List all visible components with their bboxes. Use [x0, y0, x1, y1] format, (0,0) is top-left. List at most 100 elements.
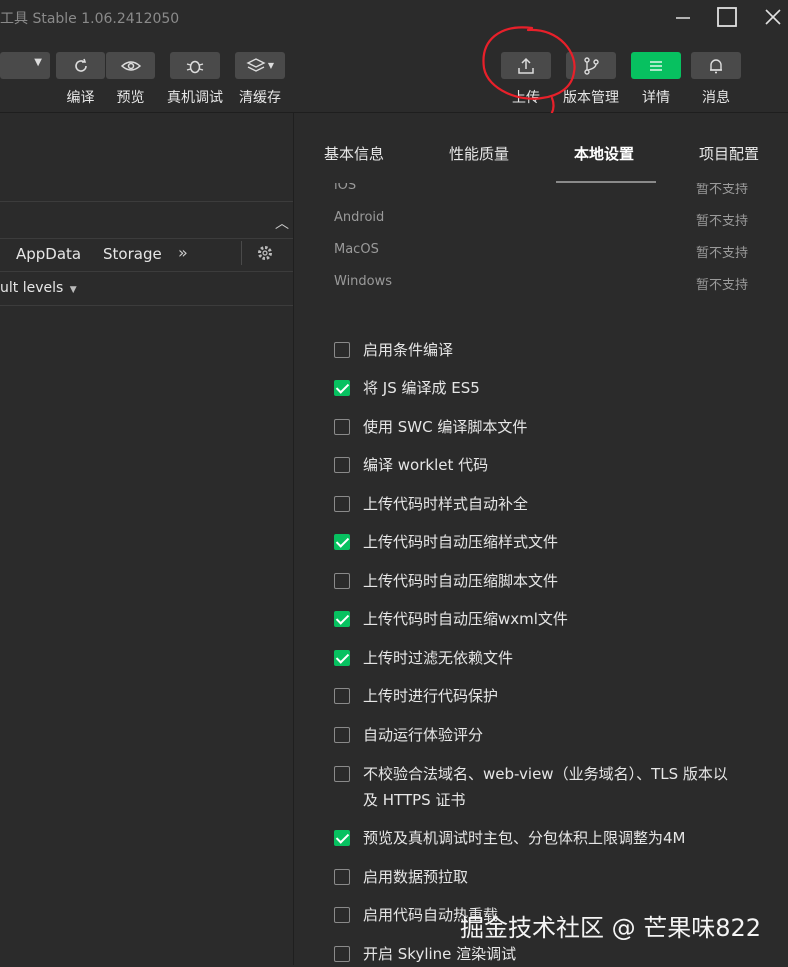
bell-icon: [710, 58, 722, 73]
compile-button[interactable]: [56, 52, 105, 79]
option-label: 不校验合法域名、web-view（业务域名）、TLS 版本以及 HTTPS 证书: [363, 765, 728, 809]
more-tabs-icon[interactable]: »: [178, 243, 188, 262]
option-label: 启用条件编译: [363, 341, 454, 359]
eye-icon: [120, 60, 141, 71]
preview-button[interactable]: [106, 52, 155, 79]
caret-down-icon: ▼: [69, 285, 77, 295]
caret-down-icon: ▼: [34, 57, 42, 68]
messages-label: 消息: [702, 90, 730, 106]
option-label: 上传时过滤无依赖文件: [363, 649, 514, 667]
tab-appdata[interactable]: AppData: [16, 245, 81, 263]
system-name: Android: [334, 210, 385, 225]
maximize-icon: [717, 7, 737, 27]
option-label: 启用数据预拉取: [363, 868, 469, 886]
option-row[interactable]: 上传代码时自动压缩wxml文件: [334, 609, 743, 632]
system-status: 暂不支持: [696, 246, 749, 261]
collapse-chevron-icon[interactable]: ︿: [275, 213, 289, 233]
option-checkbox[interactable]: [334, 907, 350, 923]
option-label: 上传代码时样式自动补全: [363, 495, 529, 513]
system-status: 暂不支持: [696, 278, 749, 293]
tab-performance[interactable]: 性能质量: [449, 143, 509, 164]
option-row[interactable]: 上传时过滤无依赖文件: [334, 648, 743, 671]
option-checkbox[interactable]: [334, 573, 350, 589]
option-checkbox[interactable]: [334, 342, 350, 358]
option-row[interactable]: 使用 SWC 编译脚本文件: [334, 417, 743, 440]
option-label: 编译 worklet 代码: [363, 456, 489, 474]
tab-storage[interactable]: Storage: [103, 245, 162, 263]
option-checkbox[interactable]: [334, 380, 350, 396]
option-row[interactable]: 将 JS 编译成 ES5: [334, 378, 743, 401]
compile-label: 编译: [66, 90, 95, 106]
tab-local-settings[interactable]: 本地设置: [574, 143, 634, 164]
option-row[interactable]: 启用数据预拉取: [334, 867, 743, 890]
bug-icon: [186, 60, 204, 73]
system-status: 暂不支持: [696, 214, 749, 229]
settings-button[interactable]: [256, 244, 274, 266]
caret-down-icon: ▼: [267, 61, 275, 70]
window-title: 工具 Stable 1.06.2412050: [0, 11, 180, 27]
clear-cache-button[interactable]: ▼: [235, 52, 285, 79]
option-label: 自动运行体验评分: [363, 726, 484, 744]
option-checkbox[interactable]: [334, 496, 350, 512]
option-checkbox[interactable]: [334, 830, 350, 846]
remote-debug-button[interactable]: [170, 52, 220, 79]
log-level-filter[interactable]: ult levels ▼: [0, 280, 77, 296]
option-checkbox[interactable]: [334, 766, 350, 782]
details-label: 详情: [642, 90, 670, 106]
system-name: Windows: [334, 274, 393, 289]
maximize-button[interactable]: [716, 6, 740, 30]
details-button[interactable]: [631, 52, 681, 79]
system-status: 暂不支持: [696, 183, 749, 197]
menu-icon: [650, 60, 662, 71]
option-row[interactable]: 上传时进行代码保护: [334, 686, 743, 709]
option-checkbox[interactable]: [334, 419, 350, 435]
option-label: 上传时进行代码保护: [363, 687, 499, 705]
main-toolbar: ▼ 编译 预览 真机调试 ▼ 清缓存 上传 版本管理 详情 消息: [0, 36, 788, 113]
gear-icon: [258, 246, 272, 260]
option-row[interactable]: 不校验合法域名、web-view（业务域名）、TLS 版本以及 HTTPS 证书: [334, 764, 733, 813]
option-checkbox[interactable]: [334, 727, 350, 743]
log-level-label: ult levels: [0, 280, 64, 296]
close-icon: [765, 9, 781, 25]
clear-cache-label: 清缓存: [239, 90, 281, 106]
option-row[interactable]: 预览及真机调试时主包、分包体积上限调整为4M: [334, 828, 743, 851]
title-bar: 工具 Stable 1.06.2412050: [0, 0, 788, 36]
option-checkbox[interactable]: [334, 611, 350, 627]
preview-label: 预览: [116, 90, 145, 106]
option-label: 预览及真机调试时主包、分包体积上限调整为4M: [363, 829, 686, 847]
tab-basic-info[interactable]: 基本信息: [324, 143, 384, 164]
option-row[interactable]: 上传代码时自动压缩样式文件: [334, 532, 743, 555]
option-label: 上传代码时自动压缩wxml文件: [363, 610, 568, 628]
simulator-select[interactable]: ▼: [0, 52, 50, 79]
devtools-panel: ︿ AppData Storage » ult levels ▼: [0, 113, 294, 965]
option-checkbox[interactable]: [334, 650, 350, 666]
close-button[interactable]: [762, 6, 786, 30]
watermark: 掘金技术社区 @ 芒果味822: [460, 914, 762, 942]
option-checkbox[interactable]: [334, 869, 350, 885]
remote-debug-label: 真机调试: [167, 90, 223, 106]
option-checkbox[interactable]: [334, 688, 350, 704]
option-row[interactable]: 编译 worklet 代码: [334, 455, 743, 478]
option-checkbox[interactable]: [334, 457, 350, 473]
option-label: 上传代码时自动压缩样式文件: [363, 533, 559, 551]
refresh-icon: [74, 58, 87, 72]
option-row[interactable]: 上传代码时自动压缩脚本文件: [334, 571, 743, 594]
minimize-button[interactable]: [672, 6, 696, 30]
option-row[interactable]: 自动运行体验评分: [334, 725, 743, 748]
option-row[interactable]: 开启 Skyline 渲染调试: [334, 944, 743, 967]
messages-button[interactable]: [691, 52, 741, 79]
system-name: iOS: [334, 183, 357, 193]
system-name: MacOS: [334, 242, 379, 257]
option-label: 使用 SWC 编译脚本文件: [363, 418, 528, 436]
minimize-icon: [676, 17, 690, 19]
layers-icon: [246, 57, 266, 72]
option-label: 将 JS 编译成 ES5: [363, 379, 480, 397]
option-checkbox[interactable]: [334, 946, 350, 962]
tab-project-config[interactable]: 项目配置: [699, 143, 759, 164]
option-label: 开启 Skyline 渲染调试: [363, 945, 517, 963]
option-row[interactable]: 启用条件编译: [334, 340, 743, 363]
option-label: 上传代码时自动压缩脚本文件: [363, 572, 559, 590]
system-support-list: iOS 暂不支持 Android 暂不支持 MacOS 暂不支持 Windows…: [294, 183, 788, 298]
option-row[interactable]: 上传代码时样式自动补全: [334, 494, 743, 517]
option-checkbox[interactable]: [334, 534, 350, 550]
